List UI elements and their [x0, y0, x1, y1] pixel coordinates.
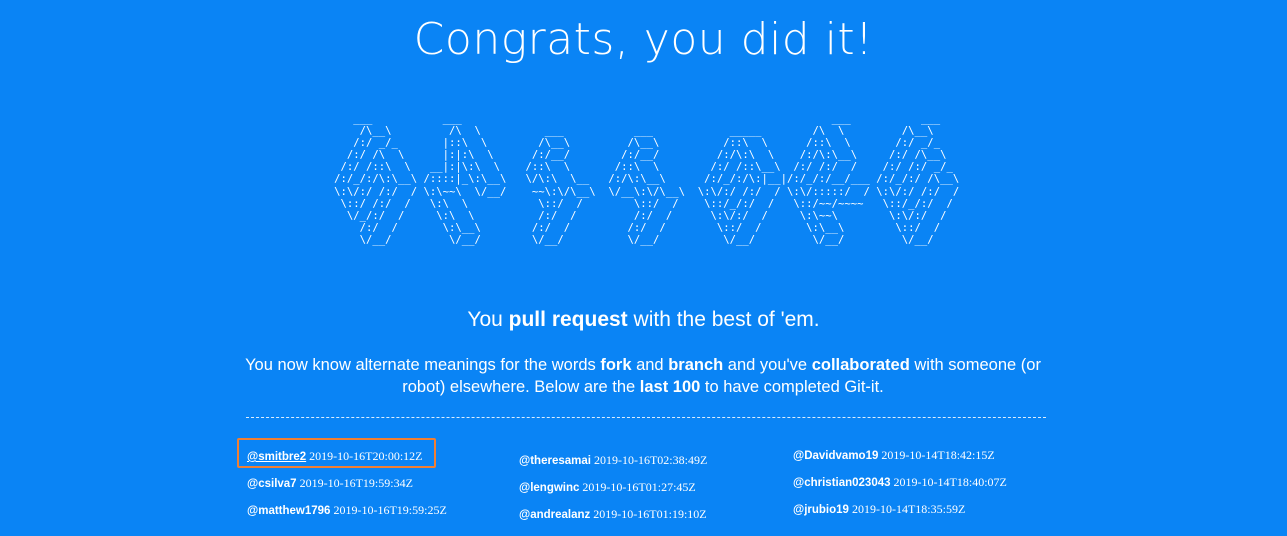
list-item: @christian023043 2019-10-14T18:40:07Z [793, 475, 1007, 502]
description-text-2: and [631, 356, 669, 374]
completion-time: 2019-10-16T01:27:45Z [582, 480, 696, 494]
user-link[interactable]: @jrubio19 [793, 504, 849, 516]
user-link[interactable]: @matthew1796 [247, 505, 330, 517]
user-link[interactable]: @Davidvamo19 [793, 450, 878, 462]
completion-time: 2019-10-16T19:59:34Z [299, 476, 413, 490]
completion-time: 2019-10-16T02:38:49Z [593, 453, 708, 467]
list-item: @csilva7 2019-10-16T19:59:34Z [247, 476, 447, 503]
description-bold-branch: branch [668, 356, 724, 374]
user-link[interactable]: @theresamai [519, 455, 591, 467]
completion-time: 2019-10-14T18:40:07Z [893, 475, 1007, 489]
description-bold-fork: fork [600, 356, 632, 374]
completions-column-3: @Davidvamo19 2019-10-14T18:42:15Z @chris… [793, 448, 1007, 529]
completions-column-2: @theresamai 2019-10-16T02:38:49Z @lengwi… [519, 453, 707, 534]
list-item: @lengwinc 2019-10-16T01:27:45Z [519, 480, 707, 507]
description-text-1: You now know alternate meanings for the … [245, 356, 601, 374]
ascii-art-banner: ___ ___ ___ ___ /\__\ /\ \ ___ ___ _____… [334, 113, 960, 246]
list-item: @andrealanz 2019-10-16T01:19:10Z [519, 507, 707, 534]
list-item: @matthew1796 2019-10-16T19:59:25Z [247, 503, 447, 530]
completion-time: 2019-10-14T18:35:59Z [851, 502, 966, 516]
user-link[interactable]: @christian023043 [793, 477, 891, 489]
completion-time: 2019-10-14T18:42:15Z [881, 448, 995, 462]
tagline-text-2: with the best of 'em. [627, 308, 820, 331]
user-link[interactable]: @csilva7 [247, 478, 297, 490]
tagline: You pull request with the best of 'em. [0, 308, 1287, 332]
completion-time: 2019-10-16T01:19:10Z [593, 507, 707, 521]
user-link[interactable]: @lengwinc [519, 482, 579, 494]
description-bold-collaborated: collaborated [811, 356, 910, 374]
divider [246, 417, 1046, 418]
description: You now know alternate meanings for the … [243, 354, 1043, 398]
tagline-bold: pull request [508, 308, 628, 331]
tagline-text-1: You [467, 308, 509, 331]
page-title: Congrats, you did it! [413, 14, 874, 65]
highlight-annotation [237, 438, 436, 468]
list-item: @theresamai 2019-10-16T02:38:49Z [519, 453, 707, 480]
description-bold-last-100: last 100 [639, 378, 701, 396]
list-item: @Davidvamo19 2019-10-14T18:42:15Z [793, 448, 1007, 475]
completion-page: Congrats, you did it! ___ ___ ___ ___ /\… [0, 0, 1287, 536]
list-item: @jrubio19 2019-10-14T18:35:59Z [793, 502, 1007, 529]
description-text-5: to have completed Git-it. [700, 378, 884, 396]
description-text-3: and you've [723, 356, 812, 374]
user-link[interactable]: @andrealanz [519, 509, 590, 521]
completion-time: 2019-10-16T19:59:25Z [333, 503, 447, 517]
